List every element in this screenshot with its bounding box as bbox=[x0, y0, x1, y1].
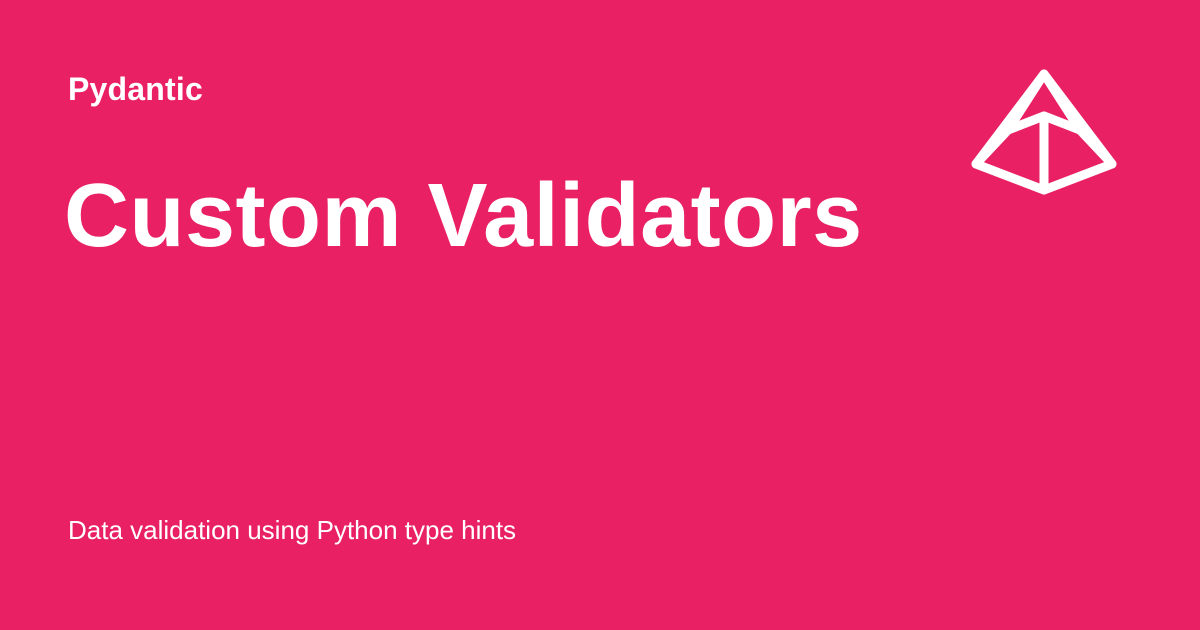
social-card: Pydantic Custom Validators Data validati… bbox=[0, 0, 1200, 630]
page-description: Data validation using Python type hints bbox=[68, 515, 517, 545]
page-title: Custom Validators bbox=[64, 166, 863, 266]
pydantic-pyramid-icon bbox=[971, 69, 1117, 195]
site-name: Pydantic bbox=[68, 71, 203, 107]
